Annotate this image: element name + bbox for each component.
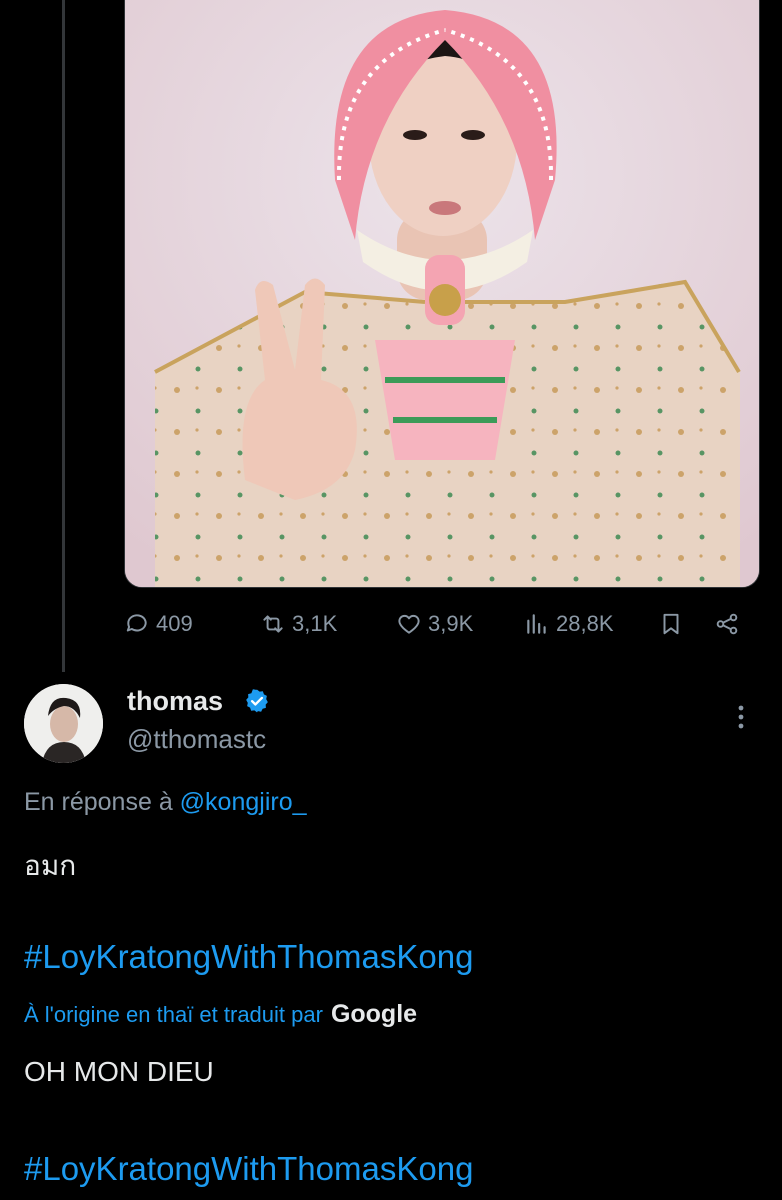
like-button[interactable]: 3,9K <box>396 604 473 644</box>
user-handle[interactable]: @tthomastc <box>127 724 266 755</box>
bookmark-icon <box>663 613 679 635</box>
reply-count: 409 <box>156 611 193 636</box>
reply-prefix: En réponse à <box>24 788 173 816</box>
like-count: 3,9K <box>428 611 474 636</box>
tweet-action-bar: 409 3,1K 3,9K 28,8K <box>124 604 758 644</box>
thread-connector-line <box>62 0 65 672</box>
reply-context: En réponse à @kongjiro_ <box>24 788 307 817</box>
original-text: อมก <box>24 850 77 881</box>
reply-mention-link[interactable]: @kongjiro_ <box>180 788 307 816</box>
google-logo: Google <box>330 1000 418 1028</box>
avatar[interactable] <box>24 684 103 763</box>
translated-text: OH MON DIEU <box>24 1056 214 1087</box>
verified-badge-icon <box>246 689 268 713</box>
speech-bubble-icon <box>126 614 147 632</box>
tweet-photo[interactable] <box>124 0 760 588</box>
reply-button[interactable]: 409 <box>124 604 193 644</box>
photo-illustration <box>125 0 759 587</box>
avatar-image <box>24 684 103 763</box>
views-count: 28,8K <box>556 611 614 636</box>
repost-arrows-icon <box>263 615 283 633</box>
vertical-dots-icon[interactable] <box>726 700 756 734</box>
bar-chart-icon <box>527 614 546 634</box>
views-button[interactable]: 28,8K <box>524 604 614 644</box>
hashtag-translated-link[interactable]: #LoyKratongWithThomasKong <box>24 1150 473 1188</box>
translation-label: À l'origine en thaï et traduit par <box>24 1002 323 1027</box>
repost-count: 3,1K <box>292 611 338 636</box>
bookmark-button[interactable] <box>658 604 684 644</box>
translation-attribution[interactable]: À l'origine en thaï et traduit par Googl… <box>24 1000 417 1029</box>
hashtag-original-link[interactable]: #LoyKratongWithThomasKong <box>24 938 473 976</box>
repost-button[interactable]: 3,1K <box>260 604 337 644</box>
heart-icon <box>398 614 420 634</box>
share-button[interactable] <box>714 604 740 644</box>
share-icon <box>716 613 738 635</box>
display-name[interactable]: thomas <box>127 686 223 717</box>
